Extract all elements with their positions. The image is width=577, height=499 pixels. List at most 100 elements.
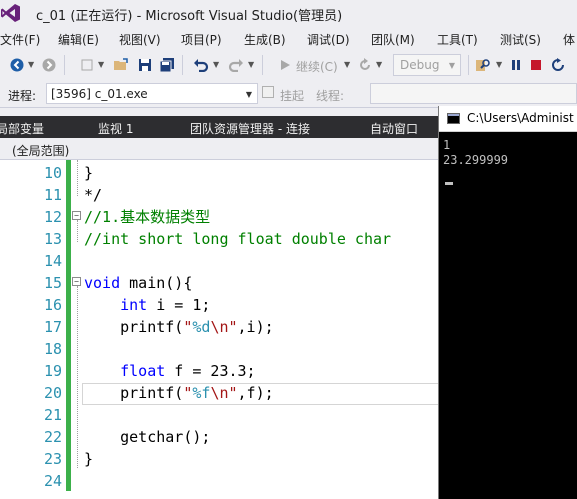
back-dropdown-icon[interactable]: ▼ (28, 60, 34, 69)
collapse-icon[interactable]: − (72, 211, 81, 220)
line-number: 13 (43, 230, 62, 248)
line-number: 15 (43, 274, 62, 292)
code-line: 12 − //1.基本数据类型 (0, 206, 440, 228)
code-text: void main(){ (84, 274, 193, 292)
code-line: 23 } (0, 448, 440, 470)
toolbar-separator (262, 55, 263, 75)
toolbar-separator (64, 55, 65, 75)
code-text: printf("%f\n",f); (84, 384, 274, 402)
redo-dropdown-icon[interactable]: ▼ (248, 60, 254, 69)
code-text: //int short long float double char (84, 230, 392, 248)
code-text: printf("%d\n",i); (84, 318, 274, 336)
line-number: 11 (43, 186, 62, 204)
line-number: 10 (43, 164, 62, 182)
console-window[interactable]: C:\Users\Administ 1 23.299999 (438, 106, 577, 499)
process-select[interactable]: [3596] c_01.exe ▼ (46, 83, 258, 104)
code-line: 13 //int short long float double char (0, 228, 440, 250)
restart-icon[interactable] (550, 56, 568, 74)
thread-select[interactable] (370, 83, 577, 104)
save-all-icon[interactable] (158, 56, 176, 74)
menu-tools[interactable]: 工具(T) (437, 31, 478, 48)
line-number: 16 (43, 296, 62, 314)
continue-icon[interactable] (276, 56, 294, 74)
menu-edit[interactable]: 编辑(E) (58, 31, 99, 48)
refresh-dropdown-icon[interactable]: ▼ (376, 60, 382, 69)
code-text: getchar(); (84, 428, 211, 446)
process-label: 进程: (8, 89, 37, 103)
refresh-icon[interactable] (356, 56, 374, 74)
code-line: 11 */ (0, 184, 440, 206)
undo-icon[interactable] (192, 56, 210, 74)
menu-project[interactable]: 项目(P) (181, 31, 222, 48)
tool-window-tab-strip: 局部变量 监视 1 团队资源管理器 - 连接 自动窗口 (0, 116, 440, 138)
line-number: 24 (43, 472, 62, 490)
title-bar: c_01 (正在运行) - Microsoft Visual Studio(管理… (0, 0, 577, 26)
continue-button-label[interactable]: 继续(C) (296, 58, 338, 75)
chevron-down-icon: ▼ (448, 61, 455, 70)
code-line: 20 printf("%f\n",f); (0, 382, 440, 404)
line-number: 22 (43, 428, 62, 446)
code-line: 21 (0, 404, 440, 426)
code-line: 24 (0, 470, 440, 492)
forward-icon[interactable] (40, 56, 58, 74)
console-output: 1 23.299999 (443, 138, 509, 167)
collapse-icon[interactable]: − (72, 277, 81, 286)
line-number: 14 (43, 252, 62, 270)
window-title: c_01 (正在运行) - Microsoft Visual Studio(管理… (36, 9, 343, 24)
code-line: 16 int i = 1; (0, 294, 440, 316)
menu-debug[interactable]: 调试(D) (307, 31, 350, 48)
menu-view[interactable]: 视图(V) (119, 31, 161, 48)
code-line: 15 − void main(){ (0, 272, 440, 294)
thread-label: 线程: (316, 89, 345, 103)
find-icon[interactable] (474, 56, 492, 74)
tab-team-explorer[interactable]: 团队资源管理器 - 连接 (190, 120, 310, 137)
line-number: 20 (43, 384, 62, 402)
new-project-icon[interactable] (78, 56, 96, 74)
stop-icon[interactable] (527, 56, 545, 74)
console-title-bar[interactable]: C:\Users\Administ (439, 106, 577, 132)
suspend-icon[interactable] (262, 86, 274, 98)
code-line: 17 printf("%d\n",i); (0, 316, 440, 338)
suspend-label[interactable]: 挂起 (280, 87, 304, 104)
menu-team[interactable]: 团队(M) (371, 31, 415, 48)
menu-overflow[interactable]: 体 (563, 31, 575, 48)
visual-studio-logo-icon (1, 4, 20, 22)
back-icon[interactable] (8, 56, 26, 74)
menu-file[interactable]: 文件(F) (0, 31, 40, 48)
tab-locals[interactable]: 局部变量 (0, 120, 44, 137)
pause-icon[interactable] (507, 56, 525, 74)
code-line: 14 (0, 250, 440, 272)
code-text: */ (84, 186, 103, 204)
code-text: float f = 23.3; (120, 362, 256, 380)
code-text: } (84, 164, 94, 182)
toolbar-separator (468, 55, 469, 75)
code-text: int i = 1; (120, 296, 211, 314)
menu-test[interactable]: 测试(S) (500, 31, 541, 48)
undo-dropdown-icon[interactable]: ▼ (213, 60, 219, 69)
code-line: 18 (0, 338, 440, 360)
tab-autos[interactable]: 自动窗口 (370, 120, 418, 137)
code-editor[interactable]: 10 } 11 */ 12 − //1.基本数据类型 13 //int shor… (0, 160, 440, 499)
line-number: 18 (43, 340, 62, 358)
chevron-down-icon: ▼ (245, 90, 252, 99)
line-number: 21 (43, 406, 62, 424)
save-icon[interactable] (136, 56, 154, 74)
open-icon[interactable] (112, 56, 130, 74)
line-number: 19 (43, 362, 62, 380)
continue-dropdown-icon[interactable]: ▼ (344, 60, 350, 69)
console-cursor (445, 182, 453, 185)
code-line: 22 getchar(); (0, 426, 440, 448)
new-project-dropdown-icon[interactable]: ▼ (98, 60, 104, 69)
menu-bar: 文件(F) 编辑(E) 视图(V) 项目(P) 生成(B) 调试(D) 团队(M… (0, 26, 577, 50)
find-dropdown-icon[interactable]: ▼ (496, 60, 502, 69)
solution-configuration-select[interactable]: Debug ▼ (393, 54, 461, 76)
redo-icon[interactable] (227, 56, 245, 74)
code-text: } (84, 450, 94, 468)
console-window-icon (447, 113, 460, 124)
code-line: 10 } (0, 162, 440, 184)
process-value: [3596] c_01.exe (51, 87, 148, 101)
line-number: 23 (43, 450, 62, 468)
tab-watch-1[interactable]: 监视 1 (98, 120, 133, 137)
menu-build[interactable]: 生成(B) (244, 31, 286, 48)
scope-select[interactable]: (全局范围) (12, 142, 69, 159)
